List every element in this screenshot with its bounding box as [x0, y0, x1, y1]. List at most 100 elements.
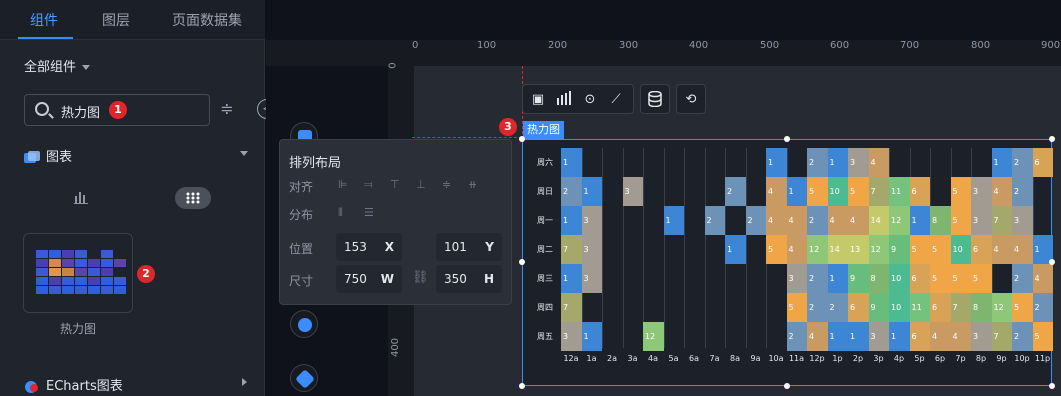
heatmap-component-card[interactable]: 2 — [23, 233, 155, 313]
category-charts[interactable]: 图表 — [24, 146, 72, 165]
heatmap-cell[interactable]: 1 — [991, 148, 1012, 177]
heatmap-cell[interactable]: 4 — [786, 206, 807, 235]
resize-handle[interactable] — [1049, 136, 1055, 142]
heatmap-cell[interactable]: 6 — [909, 322, 930, 351]
heatmap-cell[interactable]: 2 — [745, 206, 766, 235]
heatmap-cell[interactable]: 6 — [848, 293, 869, 322]
heatmap-cell[interactable]: 1 — [766, 148, 787, 177]
resize-handle[interactable] — [519, 259, 525, 265]
heatmap-cell[interactable]: 9 — [868, 293, 889, 322]
align-right-icon[interactable]: ⧺ — [468, 178, 477, 191]
heatmap-cell[interactable]: 7 — [950, 293, 971, 322]
heatmap-cell[interactable]: 12 — [807, 235, 828, 264]
heatmap-cell[interactable]: 1 — [663, 206, 684, 235]
heatmap-cell[interactable]: 8 — [930, 206, 951, 235]
heatmap-cell[interactable]: 3 — [561, 322, 582, 351]
heatmap-cell[interactable]: 2 — [1012, 177, 1033, 206]
heatmap-cell[interactable]: 9 — [889, 235, 910, 264]
heatmap-cell[interactable]: 14 — [868, 206, 889, 235]
interaction-icon[interactable]: ⟲ — [682, 91, 700, 109]
heatmap-cell[interactable]: 7 — [561, 235, 582, 264]
align-center-h-icon[interactable]: ⫤ — [364, 178, 372, 192]
heatmap-cell[interactable]: 3 — [581, 206, 602, 235]
heatmap-cell[interactable]: 4 — [991, 235, 1012, 264]
height-input[interactable]: 350 H — [436, 265, 502, 293]
heatmap-cell[interactable]: 1 — [827, 322, 848, 351]
heatmap-cell[interactable]: 1 — [909, 206, 930, 235]
bar-chart-filter-icon[interactable] — [74, 190, 90, 208]
search-input[interactable]: 热力图 1 — [24, 94, 210, 126]
chevron-right-icon[interactable] — [242, 378, 247, 386]
heatmap-cell[interactable]: 14 — [827, 235, 848, 264]
distribute-v-icon[interactable]: ☰ — [364, 206, 374, 219]
heatmap-cell[interactable]: 4 — [950, 322, 971, 351]
resize-handle[interactable] — [784, 136, 790, 142]
heatmap-cell[interactable]: 5 — [950, 264, 971, 293]
heatmap-component[interactable]: 周六 周日 周一 周二 周三 周四 周五 12a 1a 2a 3a 4a 5a 6a 7a 8a 9a 10a 11… — [522, 139, 1053, 386]
heatmap-cell[interactable]: 2 — [704, 206, 725, 235]
heatmap-cell[interactable]: 3 — [971, 322, 992, 351]
heatmap-cell[interactable]: 3 — [848, 148, 869, 177]
heatmap-cell[interactable]: 10 — [889, 264, 910, 293]
heatmap-cell[interactable]: 5 — [930, 264, 951, 293]
heatmap-cell[interactable]: 2 — [1012, 148, 1033, 177]
heatmap-cell[interactable]: 12 — [889, 206, 910, 235]
heatmap-cell[interactable]: 5 — [1012, 293, 1033, 322]
heatmap-cell[interactable]: 1 — [848, 322, 869, 351]
resize-handle[interactable] — [1049, 383, 1055, 389]
heatmap-cell[interactable]: 5 — [971, 264, 992, 293]
heatmap-cell[interactable]: 2 — [807, 293, 828, 322]
heatmap-cell[interactable]: 10 — [950, 235, 971, 264]
heatmap-cell[interactable]: 5 — [807, 177, 828, 206]
resize-handle[interactable] — [519, 136, 525, 142]
heatmap-cell[interactable]: 1 — [889, 322, 910, 351]
heatmap-cell[interactable]: 4 — [991, 177, 1012, 206]
heatmap-cell[interactable]: 2 — [725, 177, 746, 206]
heatmap-cell[interactable]: 1 — [581, 177, 602, 206]
heatmap-cell[interactable]: 11 — [889, 177, 910, 206]
heatmap-cell[interactable]: 5 — [786, 293, 807, 322]
heatmap-cell[interactable]: 1 — [561, 148, 582, 177]
heatmap-cell[interactable]: 2 — [807, 264, 828, 293]
heatmap-cell[interactable]: 3 — [786, 264, 807, 293]
heatmap-cell[interactable]: 2 — [807, 206, 828, 235]
heatmap-cell[interactable]: 12 — [991, 293, 1012, 322]
floating-component[interactable] — [290, 310, 318, 338]
resize-handle[interactable] — [784, 383, 790, 389]
heatmap-cell[interactable]: 4 — [766, 206, 787, 235]
tab-components[interactable]: 组件 — [30, 10, 58, 30]
heatmap-cell[interactable]: 4 — [868, 148, 889, 177]
heatmap-cell[interactable]: 3 — [868, 322, 889, 351]
align-left-icon[interactable]: ⊫ — [338, 178, 348, 191]
heatmap-cell[interactable]: 5 — [848, 177, 869, 206]
heatmap-cell[interactable]: 5 — [1032, 322, 1053, 351]
floating-component[interactable] — [290, 364, 318, 392]
heatmap-cell[interactable]: 1 — [827, 148, 848, 177]
heatmap-cell[interactable]: 4 — [786, 235, 807, 264]
heatmap-cell[interactable]: 1 — [827, 264, 848, 293]
heatmap-cell[interactable]: 4 — [930, 322, 951, 351]
tab-layers[interactable]: 图层 — [102, 10, 130, 30]
heatmap-cell[interactable]: 4 — [827, 206, 848, 235]
width-input[interactable]: 750 W — [336, 265, 402, 293]
heatmap-cell[interactable]: 1 — [581, 322, 602, 351]
align-bottom-icon[interactable]: ⊥ — [416, 178, 426, 191]
align-middle-icon[interactable]: ≑ — [442, 178, 451, 191]
heatmap-cell[interactable]: 3 — [581, 235, 602, 264]
heatmap-cell[interactable]: 1 — [561, 206, 582, 235]
heatmap-cell[interactable]: 6 — [1032, 148, 1053, 177]
heatmap-cell[interactable]: 5 — [950, 206, 971, 235]
heatmap-cell[interactable]: 10 — [889, 293, 910, 322]
heatmap-cell[interactable]: 4 — [1012, 235, 1033, 264]
chevron-down-icon[interactable] — [240, 151, 248, 156]
heatmap-cell[interactable]: 8 — [971, 293, 992, 322]
heatmap-cell[interactable]: 2 — [786, 322, 807, 351]
heatmap-cell[interactable]: 6 — [930, 293, 951, 322]
database-icon[interactable] — [646, 90, 664, 109]
heatmap-cell[interactable]: 4 — [848, 206, 869, 235]
heatmap-cell[interactable]: 12 — [868, 235, 889, 264]
heatmap-cell[interactable]: 1 — [725, 235, 746, 264]
distribute-h-icon[interactable]: ⦀ — [338, 206, 343, 220]
image-icon[interactable]: ▣ — [529, 91, 547, 109]
heatmap-cell[interactable]: 6 — [909, 177, 930, 206]
